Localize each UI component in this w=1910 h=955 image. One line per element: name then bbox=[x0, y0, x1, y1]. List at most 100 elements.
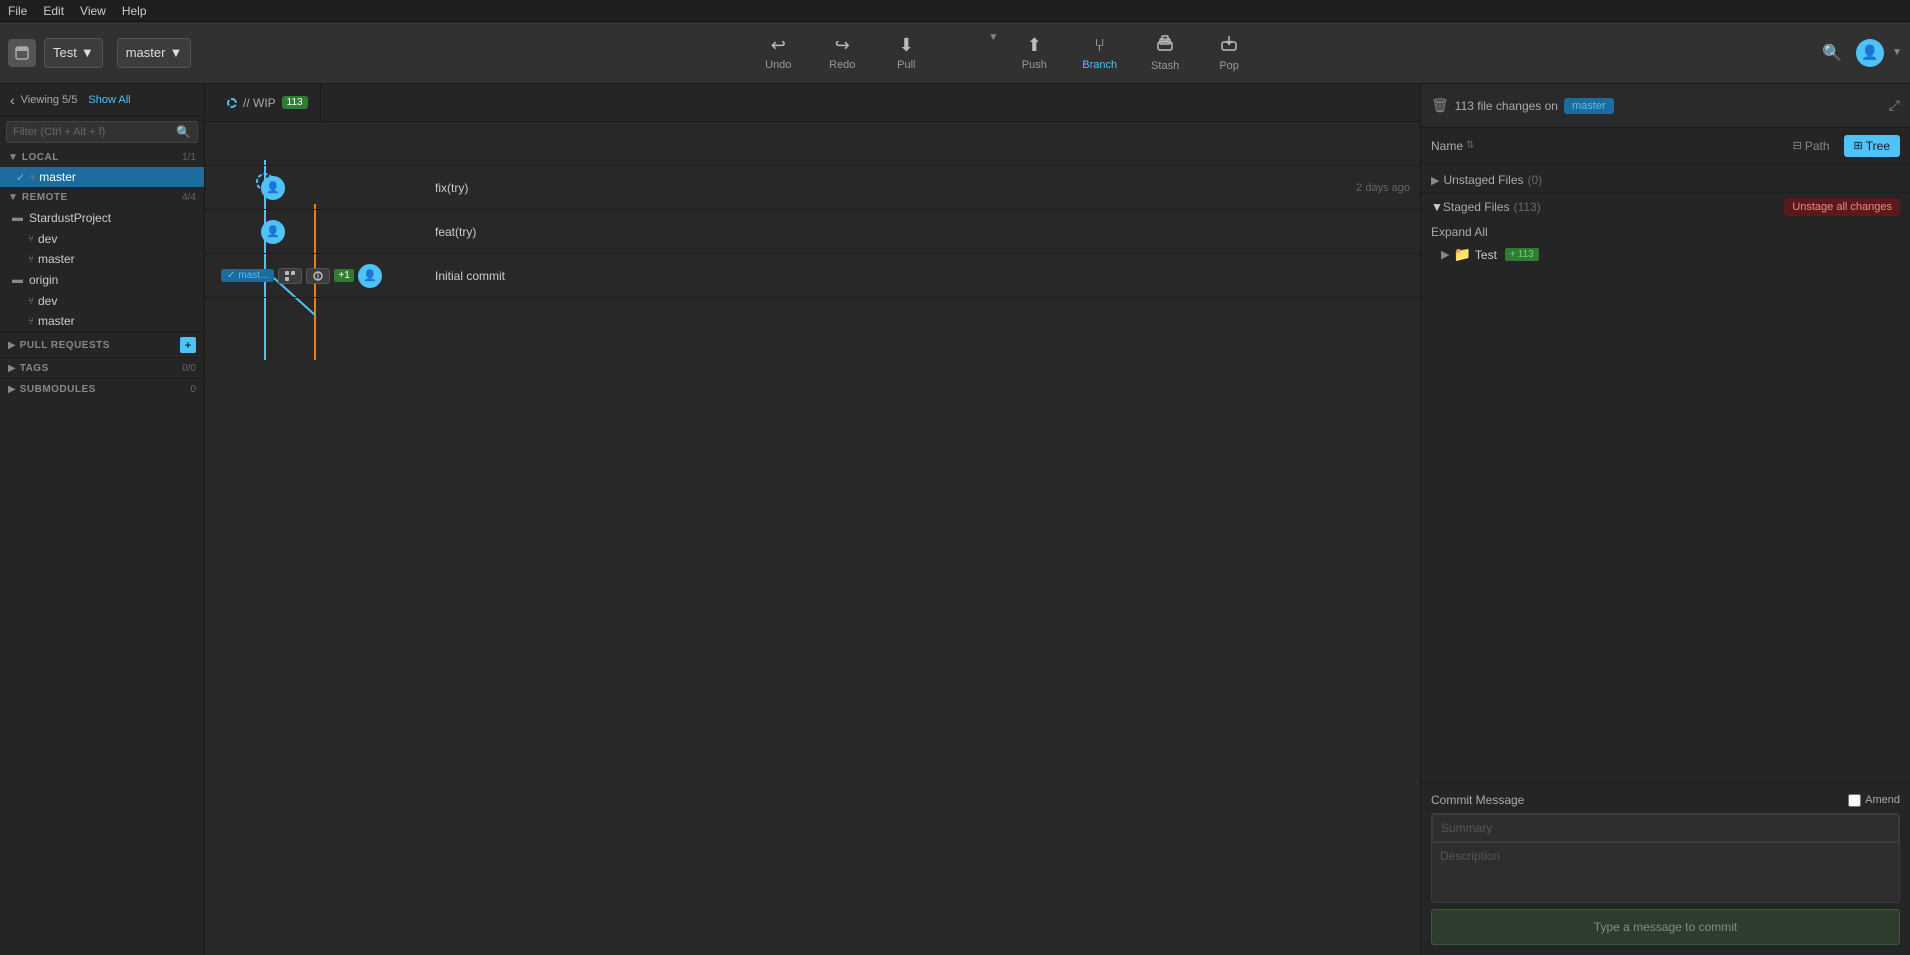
commit-submit-button[interactable]: Type a message to commit bbox=[1431, 909, 1900, 945]
remote-stardustproject-dev[interactable]: ⑂ dev bbox=[0, 229, 204, 249]
submodules-section-header[interactable]: ▶ SUBMODULES 0 bbox=[0, 378, 204, 399]
undo-button[interactable]: ↩ Undo bbox=[748, 26, 808, 80]
tags-collapse-icon: ▶ bbox=[8, 363, 16, 374]
current-branch-name: master bbox=[126, 45, 166, 60]
unstage-all-button[interactable]: Unstage all changes bbox=[1784, 198, 1900, 216]
toolbar-left: Test ▼ master ▼ bbox=[8, 38, 191, 68]
staged-files-header[interactable]: ▼ Staged Files (113) Unstage all changes bbox=[1421, 192, 1910, 221]
pull-dropdown-icon: ▼ bbox=[988, 32, 998, 43]
remote-origin-master[interactable]: ⑂ master bbox=[0, 311, 204, 331]
push-button[interactable]: ⬆ Push bbox=[1004, 26, 1064, 80]
pull-requests-title: PULL REQUESTS bbox=[20, 340, 110, 351]
pull-requests-section-header[interactable]: ▶ PULL REQUESTS + bbox=[0, 331, 204, 357]
commit-row-3[interactable]: ✓ mast... +1 👤 Initial commit bbox=[205, 254, 1420, 298]
path-view-tab[interactable]: ⊟ Path bbox=[1783, 135, 1840, 157]
left-sidebar: ‹ Viewing 5/5 Show All 🔍 ▼ LOCAL 1/1 ✓ ⑂… bbox=[0, 84, 205, 955]
expand-all-button[interactable]: Expand All bbox=[1421, 221, 1910, 243]
amend-label: Amend bbox=[1848, 794, 1900, 807]
amend-text: Amend bbox=[1865, 794, 1900, 806]
tree-view-tab[interactable]: ⊞ Tree bbox=[1844, 135, 1900, 157]
wip-tab[interactable]: // WIP 113 bbox=[215, 84, 321, 121]
stash-icon bbox=[1156, 34, 1174, 57]
remote-origin-dev[interactable]: ⑂ dev bbox=[0, 291, 204, 311]
unstaged-section-count: (0) bbox=[1528, 173, 1543, 187]
expand-icon[interactable]: ⤢ bbox=[1889, 97, 1900, 114]
user-chevron-icon: ▼ bbox=[1892, 47, 1902, 58]
stardustproject-master-name: master bbox=[38, 252, 75, 266]
unstaged-files-header[interactable]: ▶ Unstaged Files (0) bbox=[1421, 168, 1910, 192]
graph-area[interactable]: 👤 fix(try) 2 days ago 👤 feat(try) bbox=[205, 122, 1420, 955]
path-tab-label: Path bbox=[1805, 139, 1830, 153]
wip-dot-icon bbox=[227, 98, 237, 108]
branch-check-icon: ✓ bbox=[227, 270, 235, 281]
local-section-header[interactable]: ▼ LOCAL 1/1 bbox=[0, 147, 204, 167]
submodules-collapse-icon: ▶ bbox=[8, 384, 16, 395]
unstaged-section-title: Unstaged Files bbox=[1443, 173, 1523, 187]
menu-file[interactable]: File bbox=[8, 4, 27, 18]
local-branch-master[interactable]: ✓ ⑂ master bbox=[0, 167, 204, 187]
pop-button[interactable]: Pop bbox=[1199, 26, 1259, 80]
local-section-title: LOCAL bbox=[22, 152, 59, 163]
trash-icon[interactable]: 🗑 bbox=[1431, 97, 1449, 114]
menu-view[interactable]: View bbox=[80, 4, 106, 18]
commit-time-1: 2 days ago bbox=[1356, 182, 1410, 194]
add-pr-button[interactable]: + bbox=[180, 337, 196, 353]
user-avatar[interactable]: 👤 bbox=[1856, 39, 1884, 67]
folder-collapse-icon[interactable]: ▶ bbox=[1441, 248, 1449, 261]
remote-stardustproject[interactable]: ▬ StardustProject bbox=[0, 207, 204, 229]
pull-dropdown-button[interactable]: ▼ bbox=[940, 26, 1000, 80]
summary-field[interactable]: Summary bbox=[1432, 814, 1899, 842]
pull-label: Pull bbox=[897, 59, 915, 71]
branch-tag-extra-2 bbox=[306, 268, 330, 284]
description-field[interactable]: Description bbox=[1432, 842, 1899, 902]
show-all-link[interactable]: Show All bbox=[88, 94, 130, 106]
commit-row-2[interactable]: 👤 feat(try) bbox=[205, 210, 1420, 254]
commit-message-header: Commit Message Amend bbox=[1431, 793, 1900, 807]
tree-tab-icon: ⊞ bbox=[1854, 139, 1863, 152]
graph-col-1: 👤 bbox=[215, 166, 425, 210]
menu-edit[interactable]: Edit bbox=[43, 4, 64, 18]
remote-collapse-icon: ▼ bbox=[8, 192, 18, 203]
push-label: Push bbox=[1022, 59, 1047, 71]
redo-icon: ↪ bbox=[835, 35, 850, 56]
back-button[interactable]: ‹ bbox=[8, 90, 17, 110]
stash-button[interactable]: Stash bbox=[1135, 26, 1195, 80]
view-tabs: Name ⇅ ⊟ Path ⊞ Tree bbox=[1421, 128, 1910, 164]
local-section-count: 1/1 bbox=[182, 152, 196, 163]
viewing-text: Viewing 5/5 bbox=[21, 94, 78, 106]
local-master-branch-name: master bbox=[39, 170, 76, 184]
pull-icon: ⬇ bbox=[899, 35, 914, 56]
branch-selector[interactable]: master ▼ bbox=[117, 38, 192, 68]
remote-stardustproject-master[interactable]: ⑂ master bbox=[0, 249, 204, 269]
repo-selector[interactable]: Test ▼ bbox=[44, 38, 103, 68]
right-header-right: ⤢ bbox=[1889, 97, 1900, 114]
commit-info-2: feat(try) bbox=[425, 225, 1410, 239]
right-panel: 🗑 113 file changes on master ⤢ Name ⇅ ⊟ … bbox=[1420, 84, 1910, 955]
sub-branch-icon-1: ⑂ bbox=[28, 234, 34, 245]
staged-count-badge: 113 bbox=[282, 96, 308, 109]
commit-row-1[interactable]: 👤 fix(try) 2 days ago bbox=[205, 166, 1420, 210]
submodules-count: 0 bbox=[190, 384, 196, 395]
test-folder-item[interactable]: ▶ 📁 Test + 113 bbox=[1421, 243, 1910, 266]
redo-button[interactable]: ↪ Redo bbox=[812, 26, 872, 80]
search-button[interactable]: 🔍 bbox=[1816, 37, 1848, 69]
remote-stardustproject-name: StardustProject bbox=[29, 211, 111, 225]
stash-label: Stash bbox=[1151, 60, 1179, 72]
branch-button[interactable]: ⑂ Branch bbox=[1068, 26, 1131, 80]
sort-icon: ⇅ bbox=[1466, 140, 1474, 151]
graph-col-wip bbox=[215, 122, 425, 166]
filter-input[interactable] bbox=[13, 126, 172, 138]
amend-checkbox[interactable] bbox=[1848, 794, 1861, 807]
commit-row-wip[interactable] bbox=[205, 122, 1420, 166]
undo-label: Undo bbox=[765, 59, 791, 71]
tags-section-header[interactable]: ▶ TAGS 0/0 bbox=[0, 357, 204, 378]
remote-origin[interactable]: ▬ origin bbox=[0, 269, 204, 291]
commit-message-1: fix(try) bbox=[435, 181, 468, 195]
pull-button[interactable]: ⬇ Pull bbox=[876, 26, 936, 80]
menu-help[interactable]: Help bbox=[122, 4, 147, 18]
commit-message-3: Initial commit bbox=[435, 269, 505, 283]
remote-section-title: REMOTE bbox=[22, 192, 68, 203]
remote-section-header[interactable]: ▼ REMOTE 4/4 bbox=[0, 187, 204, 207]
wip-label: // WIP bbox=[243, 96, 276, 110]
name-column-header[interactable]: Name ⇅ bbox=[1431, 139, 1474, 153]
